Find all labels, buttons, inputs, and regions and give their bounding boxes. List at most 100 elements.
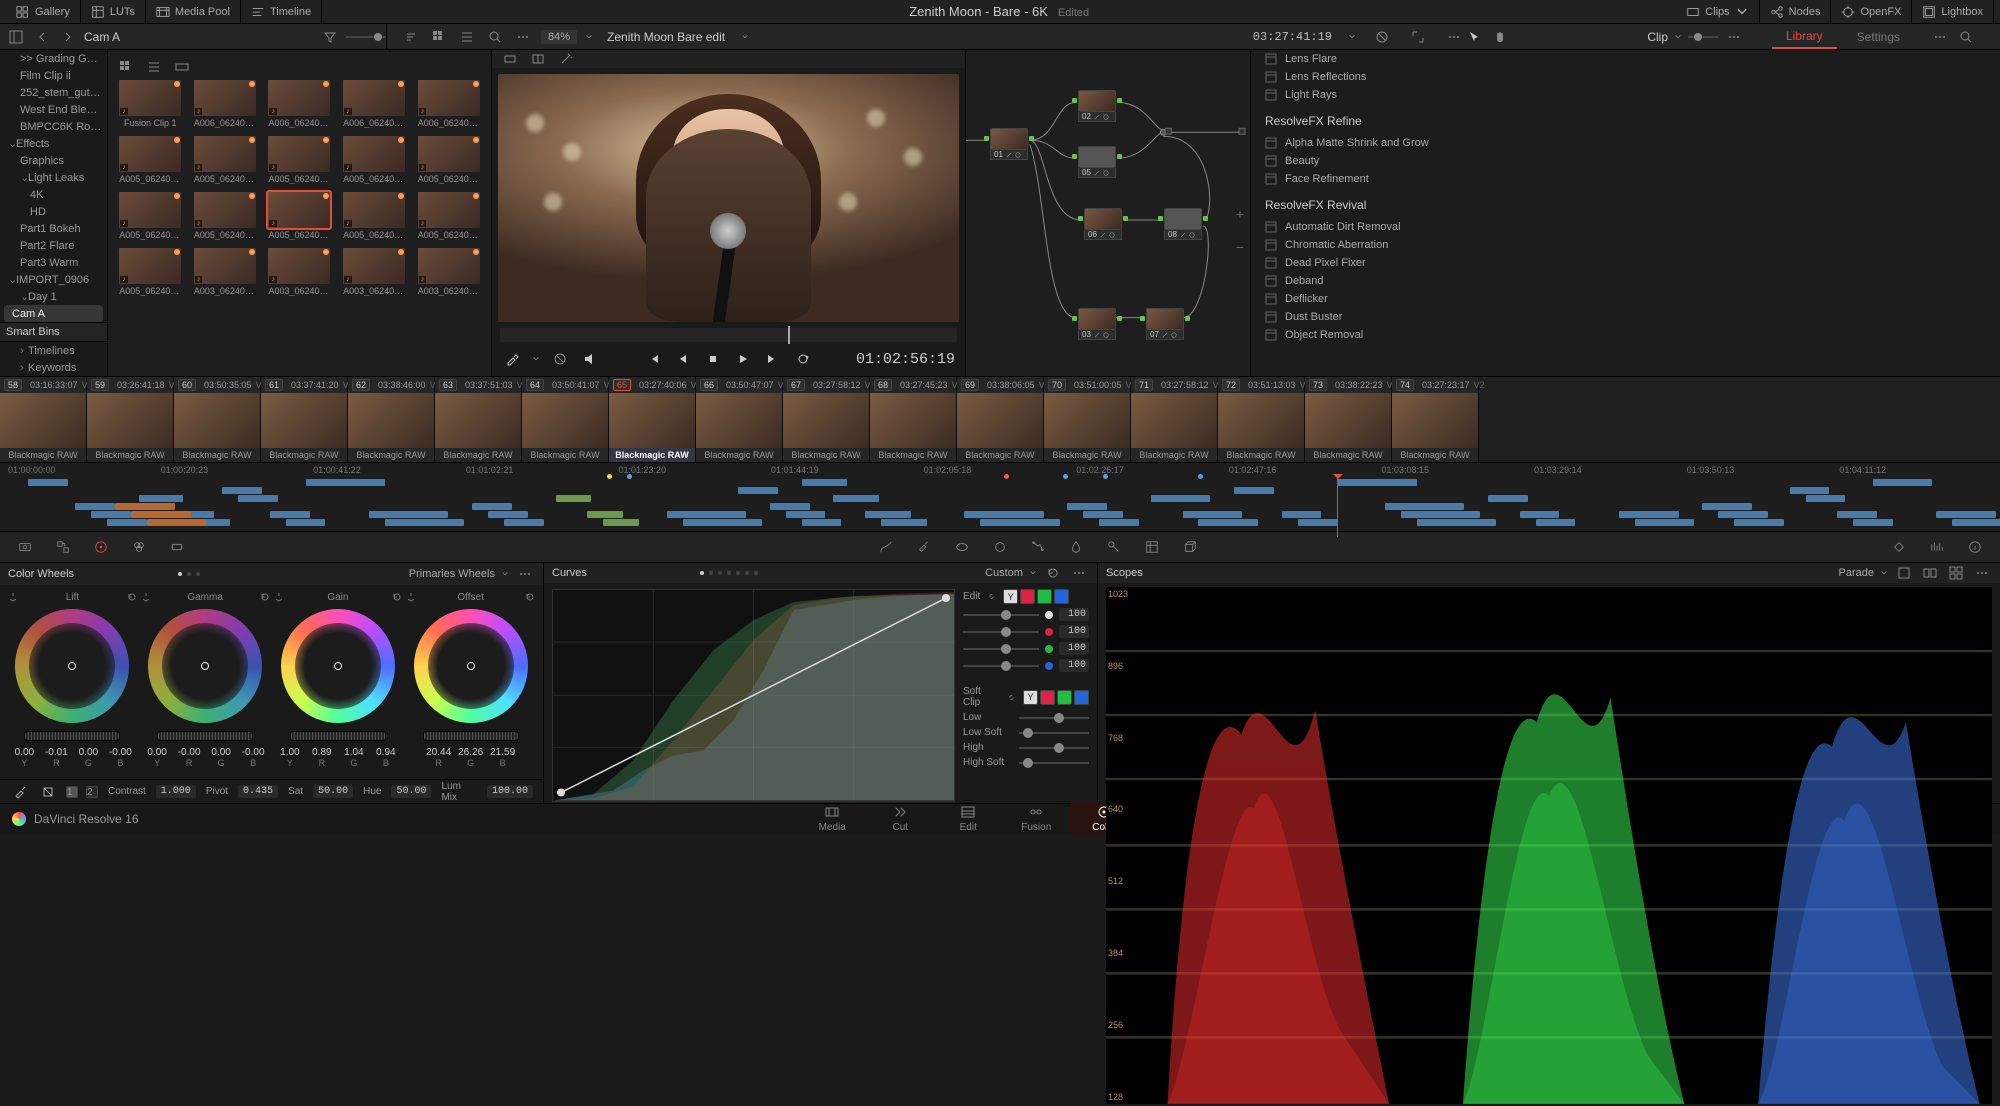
filmstrip-clip[interactable]: 6003:50:35:05V2Blackmagic RAW	[174, 377, 261, 462]
expand-icon[interactable]	[1408, 27, 1428, 47]
3d-icon[interactable]	[1179, 536, 1201, 558]
more-icon[interactable]	[1444, 27, 1464, 47]
pick-white-icon[interactable]	[38, 782, 58, 802]
grid-icon[interactable]	[429, 27, 449, 47]
filmstrip-clip[interactable]: 7403:27:23:17V2Blackmagic RAW	[1392, 377, 1479, 462]
filmstrip-clip[interactable]: 7003:51:00:05V4Blackmagic RAW	[1044, 377, 1131, 462]
media-thumb[interactable]: ♪A006_06240522_C...	[340, 80, 409, 128]
picker-icon[interactable]	[502, 349, 522, 369]
wheel-lift[interactable]: Lift0.00-0.010.00-0.00YRGB	[8, 589, 137, 779]
mute-icon[interactable]	[580, 349, 600, 369]
key-icon[interactable]	[1103, 536, 1125, 558]
tree-item[interactable]: BMPCC6K Rock B...	[0, 118, 107, 135]
loop-icon[interactable]	[793, 349, 813, 369]
media-thumb[interactable]: ♪Fusion Clip 1	[116, 80, 185, 128]
list-icon[interactable]	[457, 27, 477, 47]
viewer-canvas[interactable]	[498, 74, 959, 322]
edit-y[interactable]: Y	[1003, 589, 1018, 604]
high-slider[interactable]	[1019, 747, 1089, 749]
media-thumb[interactable]: ♪A005_06240520_C...	[116, 136, 185, 184]
chevron-down-icon[interactable]	[532, 355, 540, 363]
sort-icon[interactable]	[401, 27, 421, 47]
curves-icon[interactable]	[875, 536, 897, 558]
wheel-gain[interactable]: Gain1.000.891.040.94YRGB	[274, 589, 403, 779]
thumb-grid-icon[interactable]	[116, 57, 136, 77]
wheel-offset[interactable]: Offset20.4426.2621.59RGB	[406, 589, 535, 779]
filmstrip-clip[interactable]: 6403:50:41:07V4Blackmagic RAW	[522, 377, 609, 462]
soft-g[interactable]	[1057, 690, 1072, 705]
window-icon[interactable]	[989, 536, 1011, 558]
filmstrip-clip[interactable]: 6803:27:45:23V2Blackmagic RAW	[870, 377, 957, 462]
tree-item[interactable]: HD	[0, 203, 107, 220]
page-tab-edit[interactable]: Edit	[934, 802, 1002, 835]
autobalance-icon[interactable]	[10, 782, 30, 802]
stop-icon[interactable]	[703, 349, 723, 369]
filmstrip-clip[interactable]: 6603:50:47:07V4Blackmagic RAW	[696, 377, 783, 462]
filmstrip-clip[interactable]: 5803:16:33:07V2Blackmagic RAW	[0, 377, 87, 462]
edit-r[interactable]	[1020, 589, 1035, 604]
filmstrip-clip[interactable]: 5903:26:41:18V2Blackmagic RAW	[87, 377, 174, 462]
media-thumb[interactable]: ♪A005_06240313_C...	[265, 192, 334, 240]
highlight-icon[interactable]	[500, 49, 520, 69]
node-sub-icon[interactable]: −	[1236, 239, 1244, 255]
tree-item[interactable]: Cam A	[4, 305, 103, 322]
link-icon[interactable]	[1006, 692, 1017, 703]
fwd-icon[interactable]	[58, 27, 78, 47]
timeline-button[interactable]: Timeline	[241, 0, 322, 23]
tree-item[interactable]: Part2 Flare	[0, 237, 107, 254]
search-icon[interactable]	[1956, 27, 1976, 47]
toggle-tree-icon[interactable]	[6, 27, 26, 47]
node-add-icon[interactable]: +	[1236, 206, 1244, 222]
media-thumb[interactable]: ♪A003_06240401_C...	[265, 248, 334, 296]
intensity-y[interactable]	[963, 614, 1039, 616]
soft-b[interactable]	[1074, 690, 1089, 705]
tree-item[interactable]: Graphics	[0, 152, 107, 169]
tree-item[interactable]: ⌄Day 1	[0, 288, 107, 305]
chevron-down-icon[interactable]	[1674, 33, 1682, 41]
link-icon[interactable]	[986, 591, 997, 602]
filter-icon[interactable]	[320, 27, 340, 47]
more-icon[interactable]	[515, 564, 535, 584]
color-node[interactable]: 07	[1146, 308, 1184, 340]
color-node[interactable]: 03	[1078, 308, 1116, 340]
viewer-scrubber[interactable]	[500, 328, 957, 342]
fx-item[interactable]: Beauty	[1251, 152, 2000, 170]
edit-g[interactable]	[1037, 589, 1052, 604]
media-thumb[interactable]: ♪A005_06240324_C...	[116, 192, 185, 240]
page-tab-media[interactable]: Media	[798, 802, 866, 835]
filmstrip-clip[interactable]: 7203:51:13:03V4Blackmagic RAW	[1218, 377, 1305, 462]
intensity-g[interactable]	[963, 648, 1039, 650]
color-match-icon[interactable]	[52, 536, 74, 558]
clip-dropdown[interactable]: Clip	[1647, 30, 1668, 44]
page-tab-cut[interactable]: Cut	[866, 802, 934, 835]
openfx-button[interactable]: OpenFX	[1831, 0, 1912, 23]
fx-item[interactable]: Dust Buster	[1251, 308, 2000, 326]
fx-item[interactable]: Deflicker	[1251, 290, 2000, 308]
tree-item[interactable]: 252_stem_gutter-...	[0, 84, 107, 101]
fx-item[interactable]: Deband	[1251, 272, 2000, 290]
page-2[interactable]: 2	[86, 786, 98, 798]
media-thumb[interactable]: ♪A003_06240401_C...	[191, 248, 260, 296]
color-node[interactable]: 05	[1078, 146, 1116, 178]
media-thumb[interactable]: ♪A005_06240334_C...	[414, 136, 483, 184]
media-thumb[interactable]: ♪A005_06240401_C...	[116, 248, 185, 296]
fx-item[interactable]: Alpha Matte Shrink and Grow	[1251, 134, 2000, 152]
nowipe-icon[interactable]	[550, 349, 570, 369]
tree-item[interactable]: ⌄IMPORT_0906	[0, 271, 107, 288]
more-icon[interactable]	[513, 27, 533, 47]
quad-scope-icon[interactable]	[1946, 563, 1966, 583]
fx-item[interactable]: Lens Flare	[1251, 50, 2000, 68]
thumb-strip-icon[interactable]	[172, 57, 192, 77]
media-thumb[interactable]: ♪A005_06240302_C...	[414, 192, 483, 240]
chevron-down-icon[interactable]	[585, 33, 593, 41]
blur-icon[interactable]	[1065, 536, 1087, 558]
tree-item[interactable]: >> Grading Guide...	[0, 50, 107, 67]
color-node[interactable]: 06	[1084, 208, 1122, 240]
smartbin-item[interactable]: ›Keywords	[0, 359, 107, 376]
media-thumb[interactable]: ♪A005_06240313_C...	[191, 192, 260, 240]
fx-item[interactable]: Dead Pixel Fixer	[1251, 254, 2000, 272]
filmstrip-clip[interactable]: 7103:27:58:12V3Blackmagic RAW	[1131, 377, 1218, 462]
dual-scope-icon[interactable]	[1920, 563, 1940, 583]
step-back-icon[interactable]	[673, 349, 693, 369]
low-slider[interactable]	[1019, 717, 1089, 719]
